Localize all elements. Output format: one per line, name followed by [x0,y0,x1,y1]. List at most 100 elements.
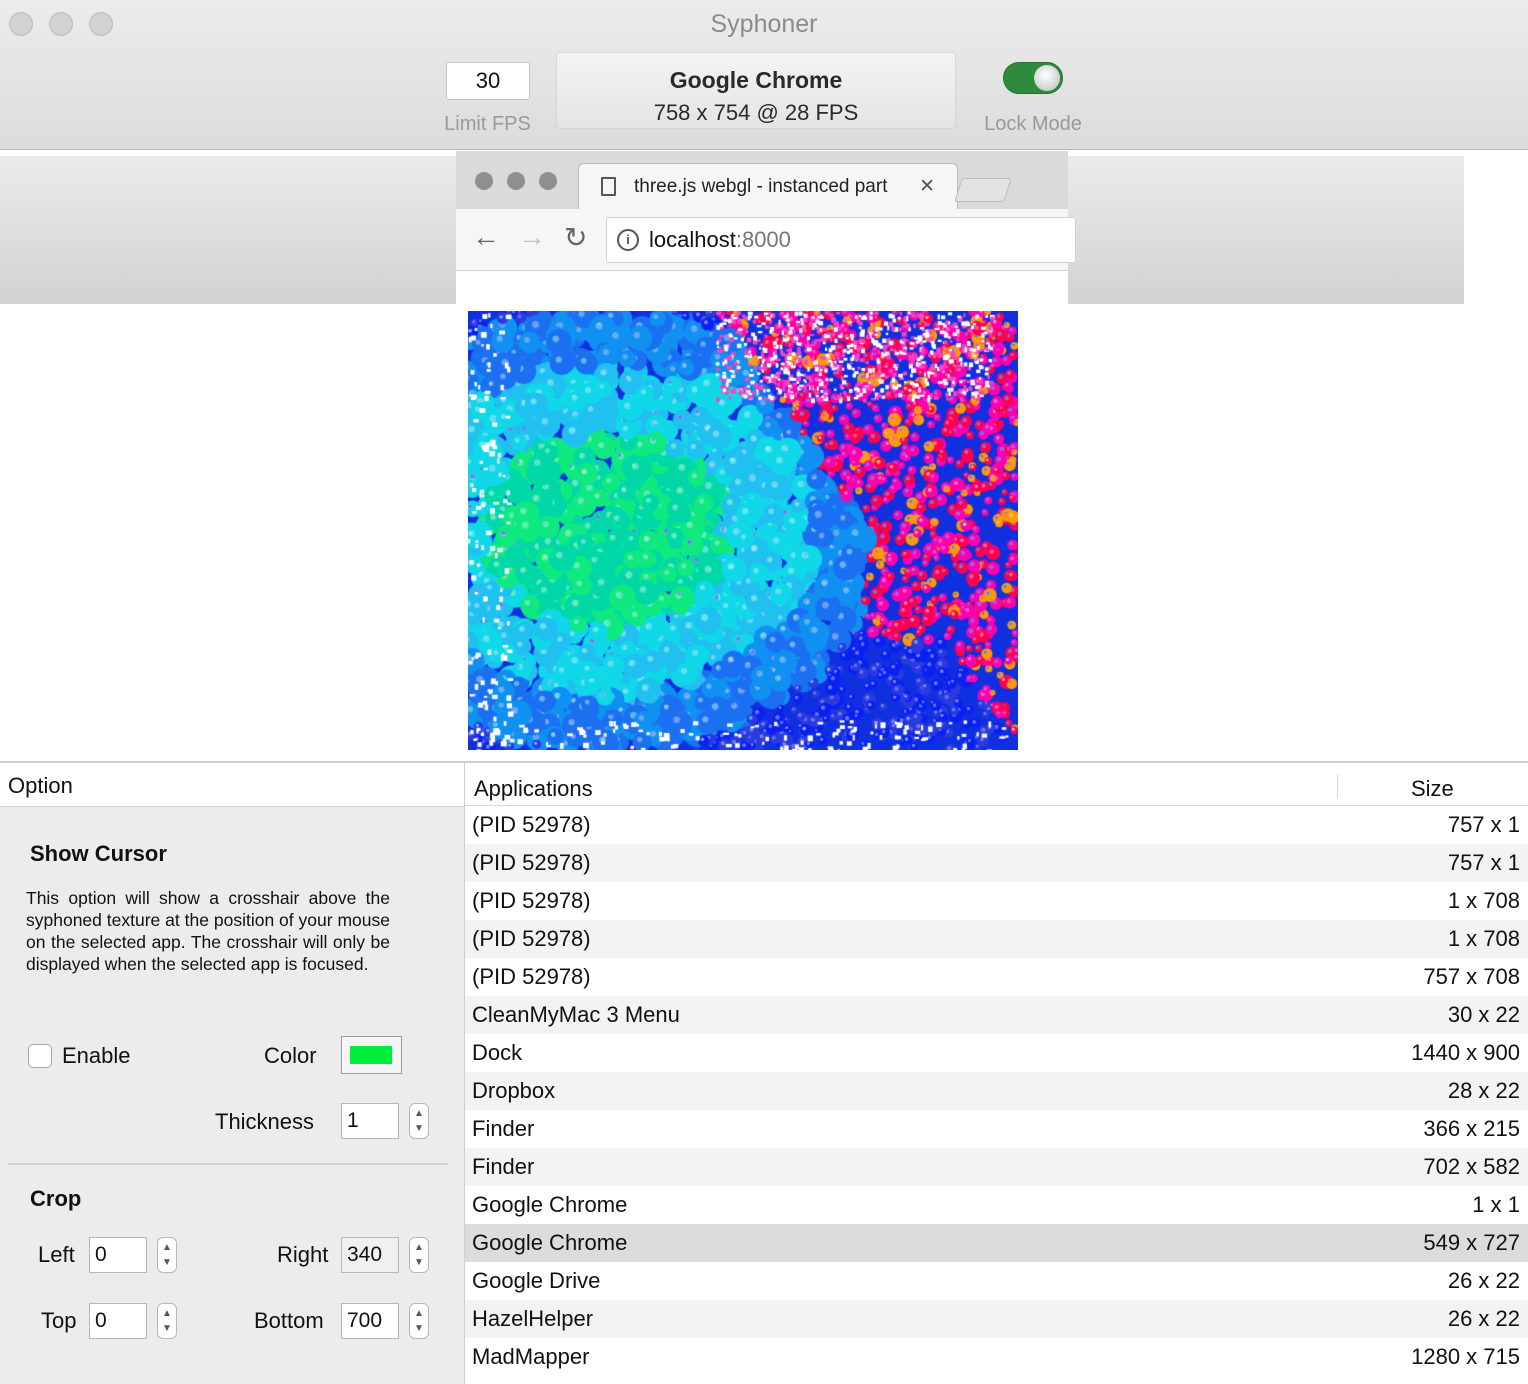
column-divider[interactable] [1337,774,1338,798]
table-row[interactable]: Finder 366 x 215 [465,1110,1528,1148]
crop-bottom-label: Bottom [254,1308,324,1333]
chevron-down-icon: ▼ [414,1323,424,1334]
applications-table-body: (PID 52978) 757 x 1 (PID 52978) 757 x 1 (PID… [465,806,1528,1376]
source-info: 758 x 754 @ 28 FPS [653,100,859,125]
source-name: Google Chrome [669,67,843,93]
column-header-size[interactable]: Size [1411,776,1454,802]
chevron-down-icon: ▼ [162,1257,172,1268]
crop-right-input[interactable]: 340 [341,1237,399,1273]
reload-icon: ↻ [564,222,588,253]
page-icon [601,177,616,196]
chevron-up-icon: ▲ [414,1108,424,1119]
thickness-label: Thickness [215,1109,315,1134]
chrome-address-bar: i localhost:8000 [606,217,1076,263]
chevron-down-icon: ▼ [414,1257,424,1268]
syphon-preview: three.js webgl - instanced part ✕ ← → ↻ … [0,151,1528,761]
toggle-knob [1034,65,1060,91]
applications-panel: Applications Size (PID 52978) 757 x 1 (PID… [465,763,1528,1384]
app-size: 1280 x 715 [1411,1344,1520,1369]
app-name: Dock [472,1040,523,1065]
app-name: (PID 52978) [472,850,591,875]
source-selector-button[interactable]: Google Chrome 758 x 754 @ 28 FPS [556,52,956,129]
crop-top-label: Top [41,1308,77,1333]
app-size: 1 x 708 [1447,888,1520,913]
app-size: 1 x 708 [1447,926,1520,951]
chevron-down-icon: ▼ [414,1123,424,1134]
show-cursor-description: This option will show a crosshair above … [26,888,390,974]
app-size: 1440 x 900 [1411,1040,1520,1065]
chrome-tab-title: three.js webgl - instanced part [634,176,888,197]
table-row[interactable]: (PID 52978) 757 x 708 [465,958,1528,996]
crop-right-label: Right [277,1242,329,1267]
table-row[interactable]: Google Chrome 1 x 1 [465,1186,1528,1224]
thickness-stepper[interactable]: ▲ ▼ [409,1103,429,1139]
app-size: 26 x 22 [1447,1306,1520,1331]
crop-bottom-input[interactable]: 700 [341,1303,399,1339]
table-row[interactable]: HazelHelper 26 x 22 [465,1300,1528,1338]
section-divider [8,1163,448,1165]
crop-right-stepper[interactable]: ▲ ▼ [409,1237,429,1273]
crop-bottom-stepper[interactable]: ▲ ▼ [409,1303,429,1339]
app-name: (PID 52978) [472,926,591,951]
chrome-tab: three.js webgl - instanced part ✕ [578,163,958,209]
table-row[interactable]: Dock 1440 x 900 [465,1034,1528,1072]
app-size: 26 x 22 [1447,1268,1520,1293]
forward-arrow-icon: → [518,221,546,252]
app-size: 28 x 22 [1447,1078,1520,1103]
options-header-label: Option [8,773,73,798]
crop-left-label: Left [38,1242,75,1267]
crop-top-stepper[interactable]: ▲ ▼ [157,1303,177,1339]
app-size: 757 x 1 [1447,812,1520,837]
crosshair-color-well[interactable] [341,1036,402,1074]
table-row[interactable]: (PID 52978) 757 x 1 [465,844,1528,882]
crop-top-input[interactable]: 0 [89,1303,147,1339]
chevron-up-icon: ▲ [162,1242,172,1253]
crop-title: Crop [30,1186,82,1211]
table-row[interactable]: (PID 52978) 1 x 708 [465,920,1528,958]
app-size: 30 x 22 [1447,1002,1520,1027]
app-name: (PID 52978) [472,812,591,837]
column-header-applications[interactable]: Applications [474,776,593,802]
info-icon: i [617,229,639,251]
app-name: MadMapper [472,1344,590,1369]
chevron-up-icon: ▲ [414,1308,424,1319]
table-row[interactable]: (PID 52978) 757 x 1 [465,806,1528,844]
app-name: Google Drive [472,1268,601,1293]
options-header: Option [0,763,464,807]
app-name: Finder [472,1116,535,1141]
chevron-down-icon: ▼ [162,1323,172,1334]
chrome-zoom-dot-icon [539,172,557,190]
lock-mode-label: Lock Mode [984,113,1082,135]
chrome-minimize-dot-icon [507,172,525,190]
options-panel: Option Show Cursor This option will show… [0,763,465,1384]
app-name: (PID 52978) [472,964,591,989]
table-row[interactable]: CleanMyMac 3 Menu 30 x 22 [465,996,1528,1034]
window-title: Syphoner [710,10,818,38]
thickness-input[interactable]: 1 [341,1103,399,1139]
window-toolbar: Syphoner 30 Limit FPS Google Chrome 758 … [0,0,1528,150]
chrome-close-dot-icon [475,172,493,190]
table-row[interactable]: Google Chrome 549 x 727 [465,1224,1528,1262]
show-cursor-title: Show Cursor [30,841,167,866]
color-swatch [350,1046,392,1064]
app-name: CleanMyMac 3 Menu [472,1002,680,1027]
crop-left-input[interactable]: 0 [89,1237,147,1273]
chrome-toolbar: ← → ↻ i localhost:8000 [456,209,1076,271]
crop-left-stepper[interactable]: ▲ ▼ [157,1237,177,1273]
table-row[interactable]: Google Drive 26 x 22 [465,1262,1528,1300]
lock-mode-toggle[interactable] [1003,62,1063,94]
app-size: 757 x 1 [1447,850,1520,875]
webgl-particles-canvas [468,311,1018,750]
enable-checkbox[interactable] [28,1044,52,1068]
app-name: (PID 52978) [472,888,591,913]
close-icon: ✕ [919,176,935,197]
fps-limit-input[interactable]: 30 [446,62,530,100]
table-row[interactable]: Finder 702 x 582 [465,1148,1528,1186]
applications-table-header: Applications Size [465,768,1528,806]
table-row[interactable]: (PID 52978) 1 x 708 [465,882,1528,920]
app-name: Dropbox [472,1078,556,1103]
chevron-up-icon: ▲ [414,1242,424,1253]
app-size: 702 x 582 [1423,1154,1520,1179]
table-row[interactable]: MadMapper 1280 x 715 [465,1338,1528,1376]
table-row[interactable]: Dropbox 28 x 22 [465,1072,1528,1110]
